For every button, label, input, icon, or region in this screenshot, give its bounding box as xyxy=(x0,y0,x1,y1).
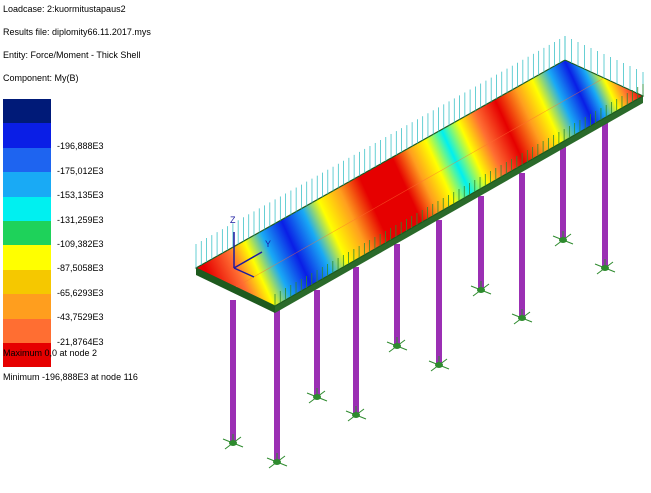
support-symbol xyxy=(386,337,408,353)
deck-centerline xyxy=(235,77,605,288)
support-symbol xyxy=(428,356,450,372)
support-symbol xyxy=(552,231,574,247)
z-axis-label: Z xyxy=(230,215,236,225)
pillar xyxy=(394,244,400,346)
y-axis-label: Y xyxy=(265,239,271,249)
deck-slab[interactable] xyxy=(194,59,645,313)
pillar xyxy=(478,196,484,290)
pillar xyxy=(274,310,280,462)
support-symbol xyxy=(306,388,328,404)
support-symbol xyxy=(345,406,367,422)
support-symbol xyxy=(470,281,492,297)
pillar xyxy=(519,173,525,318)
pillar xyxy=(436,220,442,365)
pillar xyxy=(353,267,359,415)
support-symbol xyxy=(511,309,533,325)
support-symbol xyxy=(594,259,616,275)
support-symbol xyxy=(266,453,288,469)
model-viewport[interactable]: Z Y xyxy=(0,0,651,493)
support-symbol xyxy=(222,434,244,450)
pillar xyxy=(560,140,566,240)
pillar xyxy=(230,300,236,443)
pillar xyxy=(314,290,320,397)
pillar xyxy=(602,117,608,268)
